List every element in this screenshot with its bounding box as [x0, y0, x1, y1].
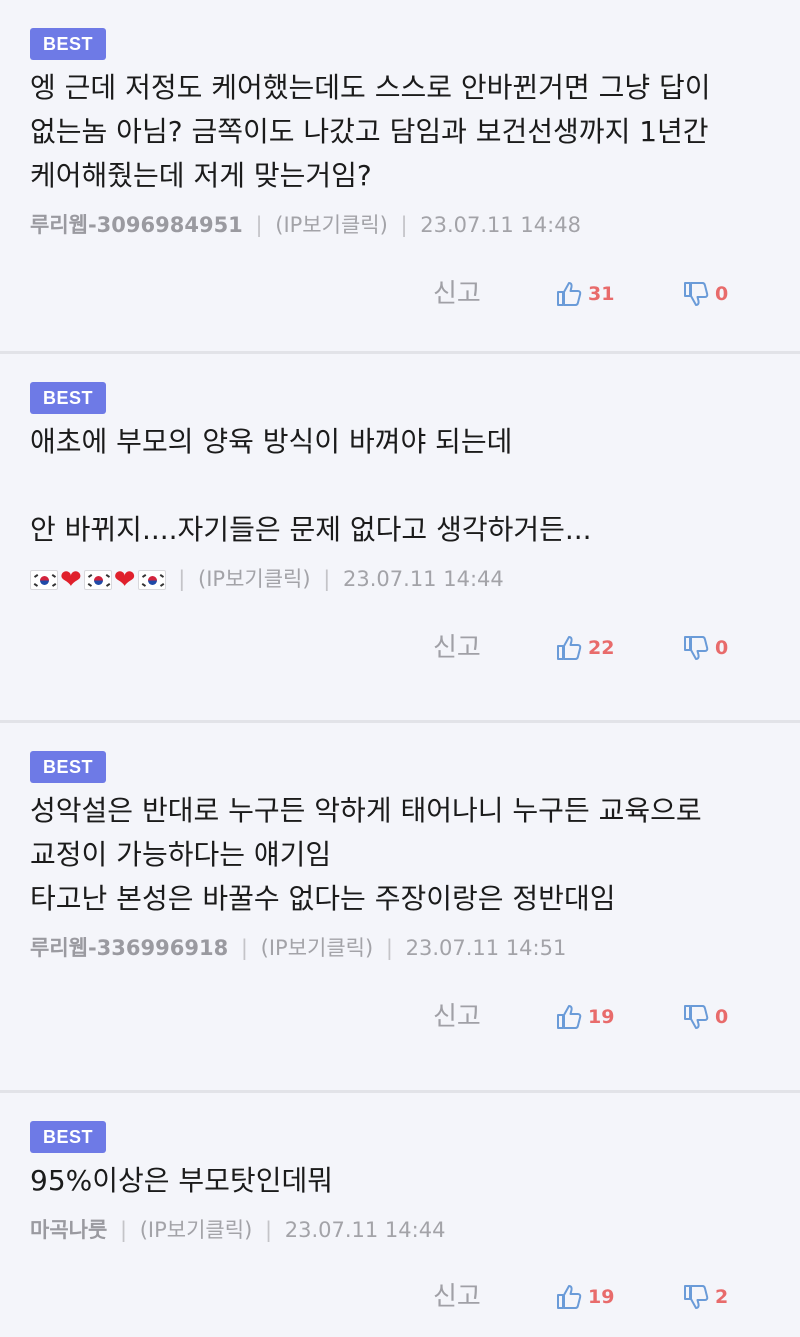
meta-separator: | — [400, 213, 408, 237]
korea-flag-icon — [83, 570, 112, 590]
comment-actions: 신고 22 0 — [0, 628, 730, 668]
ip-view-link[interactable]: (IP보기클릭) — [261, 936, 374, 960]
dislike-button[interactable]: 0 — [683, 628, 728, 668]
dislike-button[interactable]: 2 — [683, 1277, 728, 1317]
comment-text: 애초에 부모의 양육 방식이 바껴야 되는데 안 바뀌지....자기들은 문제 … — [30, 425, 592, 546]
author-emoji-nickname[interactable]: ❤ ❤ — [30, 567, 166, 593]
dislike-count: 2 — [715, 1286, 729, 1308]
meta-separator: | — [264, 1218, 273, 1242]
like-button[interactable]: 19 — [556, 1277, 614, 1317]
comment-timestamp: 23.07.11 14:44 — [343, 567, 504, 591]
author-name[interactable]: 루리웹-336996918 — [30, 936, 228, 960]
comment-item: BEST 95%이상은 부모탓인데뭐 마곡나룻 | (IP보기클릭) | 23.… — [0, 1093, 800, 1337]
best-badge: BEST — [30, 751, 107, 783]
comment-item: BEST 성악설은 반대로 누구든 악하게 태어나니 누구든 교육으로 교정이 … — [0, 723, 800, 1093]
like-count: 31 — [588, 283, 615, 305]
like-button[interactable]: 22 — [556, 628, 614, 668]
like-button[interactable]: 19 — [556, 997, 614, 1037]
meta-separator: | — [119, 1218, 128, 1242]
like-count: 19 — [588, 1006, 615, 1028]
dislike-count: 0 — [715, 637, 729, 659]
author-name[interactable]: 마곡나룻 — [30, 1218, 107, 1242]
thumbs-up-icon — [556, 1284, 582, 1310]
meta-separator: | — [240, 936, 248, 960]
like-count: 22 — [588, 637, 615, 659]
meta-separator: | — [255, 213, 263, 237]
thumbs-up-icon — [556, 635, 582, 661]
author-name[interactable]: 루리웹-3096984951 — [30, 213, 243, 237]
best-badge: BEST — [30, 28, 107, 60]
thumbs-up-icon — [556, 1004, 582, 1030]
comment-text: 엥 근데 저정도 케어했는데도 스스로 안바뀐거면 그냥 답이 없는놈 아님? … — [30, 71, 720, 192]
like-button[interactable]: 31 — [556, 274, 614, 314]
dislike-button[interactable]: 0 — [683, 997, 728, 1037]
thumbs-down-icon — [683, 1004, 709, 1030]
thumbs-down-icon — [683, 281, 709, 307]
dislike-count: 0 — [715, 1006, 729, 1028]
comment-text: 성악설은 반대로 누구든 악하게 태어나니 누구든 교육으로 교정이 가능하다는… — [30, 794, 702, 915]
comment-text: 95%이상은 부모탓인데뭐 — [30, 1164, 333, 1197]
comment-item: BEST 애초에 부모의 양육 방식이 바껴야 되는데 안 바뀌지....자기들… — [0, 354, 800, 723]
comment-item: BEST 엥 근데 저정도 케어했는데도 스스로 안바뀐거면 그냥 답이 없는놈… — [0, 0, 800, 354]
like-count: 19 — [588, 1286, 615, 1308]
comment-actions: 신고 19 2 — [0, 1277, 730, 1317]
meta-separator: | — [178, 567, 186, 591]
thumbs-up-icon — [556, 281, 582, 307]
comment-actions: 신고 19 0 — [0, 997, 730, 1037]
meta-separator: | — [385, 936, 393, 960]
red-heart-icon: ❤ — [113, 565, 136, 595]
dislike-button[interactable]: 0 — [683, 274, 728, 314]
comment-actions: 신고 31 0 — [0, 274, 730, 314]
ip-view-link[interactable]: (IP보기클릭) — [275, 213, 388, 237]
korea-flag-icon — [137, 570, 166, 590]
ip-view-link[interactable]: (IP보기클릭) — [198, 567, 311, 591]
best-badge: BEST — [30, 1121, 107, 1153]
red-heart-icon: ❤ — [60, 565, 82, 595]
comment-meta: 루리웹-336996918 | (IP보기클릭) | 23.07.11 14:5… — [30, 931, 770, 965]
dislike-count: 0 — [715, 283, 729, 305]
comment-meta: ❤ ❤ | (IP보기클릭) | 23.07.11 14:44 — [30, 562, 770, 596]
comment-meta: 마곡나룻 | (IP보기클릭) | 23.07.11 14:44 — [30, 1213, 770, 1247]
comment-timestamp: 23.07.11 14:51 — [405, 936, 567, 960]
thumbs-down-icon — [683, 635, 709, 661]
comment-timestamp: 23.07.11 14:44 — [284, 1218, 446, 1242]
ip-view-link[interactable]: (IP보기클릭) — [140, 1218, 253, 1242]
report-button[interactable]: 신고 — [433, 274, 481, 314]
comment-timestamp: 23.07.11 14:48 — [420, 213, 581, 237]
thumbs-down-icon — [683, 1284, 709, 1310]
report-button[interactable]: 신고 — [433, 1277, 481, 1317]
meta-separator: | — [323, 567, 331, 591]
best-badge: BEST — [30, 382, 107, 414]
report-button[interactable]: 신고 — [433, 628, 481, 668]
korea-flag-icon — [30, 570, 58, 590]
comment-meta: 루리웹-3096984951 | (IP보기클릭) | 23.07.11 14:… — [30, 208, 770, 242]
report-button[interactable]: 신고 — [433, 997, 481, 1037]
